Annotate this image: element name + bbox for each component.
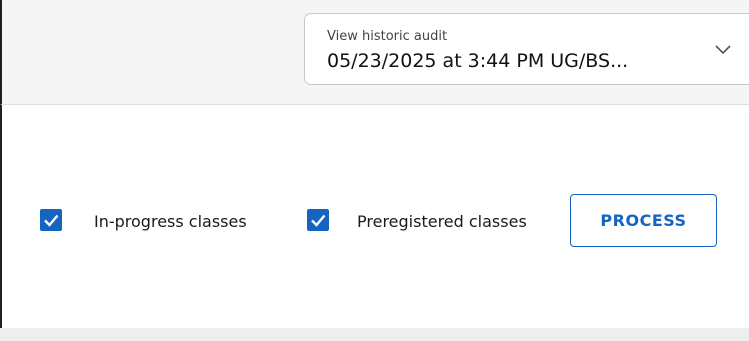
preregistered-label[interactable]: Preregistered classes [357, 212, 527, 232]
in-progress-checkbox[interactable] [40, 209, 62, 231]
historic-audit-value: 05/23/2025 at 3:44 PM UG/BS... [327, 50, 629, 72]
preregistered-checkbox[interactable] [307, 209, 329, 231]
checkmark-icon [44, 214, 59, 227]
in-progress-label[interactable]: In-progress classes [94, 212, 247, 232]
checkmark-icon [311, 214, 326, 227]
audit-options-panel: In-progress classes Preregistered classe… [0, 104, 749, 328]
process-button[interactable]: PROCESS [570, 194, 717, 247]
header-bar: View historic audit 05/23/2025 at 3:44 P… [0, 0, 749, 104]
historic-audit-label: View historic audit [327, 29, 448, 44]
chevron-down-icon[interactable] [715, 40, 731, 55]
page-background [0, 328, 749, 341]
historic-audit-dropdown[interactable]: View historic audit 05/23/2025 at 3:44 P… [304, 13, 749, 85]
